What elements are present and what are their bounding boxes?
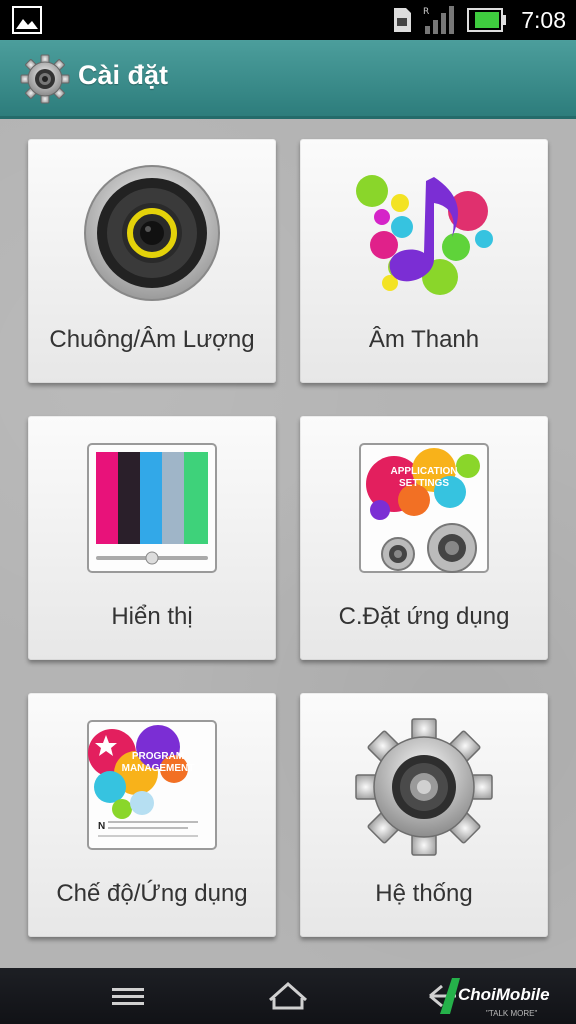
settings-gear-icon[interactable] [20,54,70,104]
settings-grid: Chuông/Âm Lượng Âm Thanh Hiển thị APPLIC… [0,119,576,968]
tile-label: Hệ thống [375,880,473,907]
icon-text-line2: SETTINGS [399,478,449,489]
program-management-icon: PROGRAM MANAGEMENT N [87,720,217,850]
tile-label: C.Đặt ứng dụng [338,603,510,630]
system-gear-icon [355,718,493,856]
application-settings-icon: APPLICATION SETTINGS [359,443,489,573]
music-note-icon [356,175,493,295]
speaker-icon [84,165,220,301]
tile-display[interactable]: Hiển thị [28,416,276,660]
menu-icon[interactable] [98,978,158,1014]
home-icon[interactable] [258,978,318,1014]
svg-text:ChoiMobile: ChoiMobile [458,985,550,1004]
tile-label: Hiển thị [111,603,193,630]
page-title: Cài đặt [78,60,169,90]
display-icon [87,443,217,573]
tile-app-settings[interactable]: APPLICATION SETTINGS C.Đặt ứng dụng [300,416,548,660]
sd-card-icon [394,8,412,32]
tile-label: Âm Thanh [368,326,480,353]
tile-sound[interactable]: Âm Thanh [300,139,548,383]
tile-system[interactable]: Hệ thống [300,693,548,937]
signal-icon: R [423,6,455,34]
icon-text-line1: PROGRAM [132,751,184,762]
icon-text-line1: APPLICATION [390,466,457,477]
battery-icon [467,8,507,32]
tile-app-mode[interactable]: PROGRAM MANAGEMENT N Chế độ/Ứng dụng [28,693,276,937]
svg-text:R: R [423,7,429,17]
tile-ringtone-volume[interactable]: Chuông/Âm Lượng [28,139,276,383]
choimobile-watermark-logo: ChoiMobile "TALK MORE" [440,978,550,1018]
tile-label: Chế độ/Ứng dụng [56,880,248,907]
icon-text-line2: MANAGEMENT [122,763,195,774]
status-bar: R 7:08 [0,0,576,40]
tile-label: Chuông/Âm Lượng [49,326,255,353]
status-time: 7:08 [521,6,566,33]
app-bar: Cài đặt [0,40,576,119]
svg-text:N: N [98,821,105,832]
image-icon [12,6,42,34]
svg-text:"TALK MORE": "TALK MORE" [486,1009,537,1018]
